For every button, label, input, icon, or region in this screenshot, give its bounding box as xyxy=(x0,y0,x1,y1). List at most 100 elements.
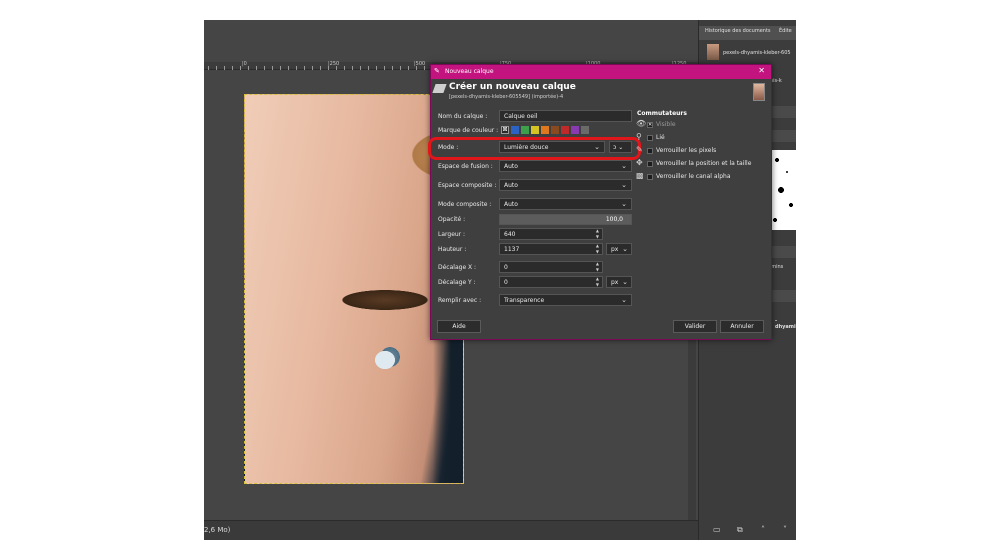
lock-pixels-switch[interactable]: Verrouiller les pixels xyxy=(647,147,716,154)
color-tag-green[interactable] xyxy=(521,126,529,134)
opacity-slider[interactable]: 100,0 xyxy=(499,214,632,225)
ruler-label-250: |250 xyxy=(328,61,340,67)
layer-name-input[interactable]: Calque oeil xyxy=(499,110,632,122)
color-tag-gray[interactable] xyxy=(581,126,589,134)
close-icon[interactable]: ✕ xyxy=(758,66,765,75)
color-tag-blue[interactable] xyxy=(511,126,519,134)
brush-previews[interactable] xyxy=(769,150,796,230)
chevron-down-icon: ⌄ xyxy=(622,278,628,286)
dock-bottom-bar: ▭ ⧉ ˄ ˅ xyxy=(699,520,796,540)
blend-space-label: Espace de fusion : xyxy=(438,163,493,170)
raise-icon[interactable]: ˄ xyxy=(761,525,765,534)
spin-arrows-icon[interactable]: ▲ ▼ xyxy=(596,243,599,255)
spin-arrows-icon[interactable]: ▲ ▼ xyxy=(596,261,599,273)
ruler-tick xyxy=(328,66,329,70)
visible-label: Visible xyxy=(656,121,676,128)
ruler-tick xyxy=(224,66,225,70)
visible-switch[interactable]: ✕ Visible xyxy=(647,121,676,128)
lock-position-switch[interactable]: Verrouiller la position et la taille xyxy=(647,160,751,167)
layer-list-item[interactable]: -dhyamis xyxy=(775,318,796,330)
width-input[interactable]: 640 ▲ ▼ xyxy=(499,228,603,240)
ruler-tick xyxy=(336,66,337,70)
composite-space-value: Auto xyxy=(504,182,518,189)
chevron-down-icon: ⌄ xyxy=(621,200,627,208)
offset-unit-select[interactable]: px ⌄ xyxy=(606,276,632,288)
color-tag-brown[interactable] xyxy=(551,126,559,134)
duplicate-icon[interactable]: ⧉ xyxy=(737,525,743,535)
checkerboard-icon: ▩ xyxy=(636,171,644,180)
opacity-value: 100,0 xyxy=(605,216,623,223)
lower-icon[interactable]: ˅ xyxy=(783,525,787,534)
lock-alpha-switch[interactable]: Verrouiller le canal alpha xyxy=(647,173,731,180)
color-tag-orange[interactable] xyxy=(541,126,549,134)
new-layer-icon xyxy=(432,84,447,93)
tab-document-history[interactable]: Historique des documents xyxy=(705,28,771,34)
dialog-window-title: Nouveau calque xyxy=(445,68,494,75)
chevron-down-icon: ⌄ xyxy=(621,162,627,170)
ruler-tick xyxy=(392,66,393,70)
width-label: Largeur : xyxy=(438,231,466,238)
ruler-tick xyxy=(368,66,369,70)
status-bar: 2,6 Mo) xyxy=(204,520,698,540)
lock-pixels-label: Verrouiller les pixels xyxy=(656,147,717,154)
spin-arrows-icon[interactable]: ▲ ▼ xyxy=(596,228,599,240)
color-tag-yellow[interactable] xyxy=(531,126,539,134)
chevron-down-icon: ⌄ xyxy=(622,245,628,253)
offset-y-value: 0 xyxy=(504,279,508,286)
layer-name-label: Nom du calque : xyxy=(438,113,488,120)
history-thumbnail[interactable] xyxy=(707,44,719,60)
composite-mode-select[interactable]: Auto ⌄ xyxy=(499,198,632,210)
ruler-tick xyxy=(304,66,305,70)
opacity-label: Opacité : xyxy=(438,216,466,223)
composite-mode-value: Auto xyxy=(504,201,518,208)
height-input[interactable]: 1137 ▲ ▼ xyxy=(499,243,603,255)
size-unit-value: px xyxy=(611,246,619,253)
fill-select[interactable]: Transparence ⌄ xyxy=(499,294,632,306)
lock-alpha-checkbox[interactable] xyxy=(647,173,653,180)
history-item[interactable]: pexels-dhyamis-kleber-605 xyxy=(723,50,791,56)
offset-x-input[interactable]: 0 ▲ ▼ xyxy=(499,261,603,273)
offset-unit-value: px xyxy=(611,279,619,286)
chevron-down-icon: ⌄ xyxy=(594,143,600,151)
lock-pixels-checkbox[interactable] xyxy=(647,147,653,154)
tab-editor[interactable]: Édite xyxy=(779,28,792,34)
chevron-down-icon: ⌄ xyxy=(621,296,627,304)
blend-space-select[interactable]: Auto ⌄ xyxy=(499,160,632,172)
cancel-button[interactable]: Annuler xyxy=(720,320,764,333)
ruler-tick xyxy=(216,66,217,70)
mode-group-button[interactable]: ↄ ⌄ xyxy=(609,141,632,153)
fill-value: Transparence xyxy=(504,297,545,304)
dialog-titlebar[interactable]: ✎ Nouveau calque ✕ xyxy=(431,65,771,79)
offset-y-input[interactable]: 0 ▲ ▼ xyxy=(499,276,603,288)
lock-position-checkbox[interactable] xyxy=(647,160,653,167)
ok-button[interactable]: Valider xyxy=(673,320,717,333)
fill-label: Remplir avec : xyxy=(438,297,482,304)
ruler-tick xyxy=(320,66,321,70)
ruler-tick xyxy=(424,66,425,70)
mode-select[interactable]: Lumière douce ⌄ xyxy=(499,141,605,153)
color-tag-violet[interactable] xyxy=(571,126,579,134)
composite-space-label: Espace composite : xyxy=(438,182,497,189)
ruler-tick xyxy=(312,66,313,70)
ruler-tick xyxy=(376,66,377,70)
spin-arrows-icon[interactable]: ▲ ▼ xyxy=(596,276,599,288)
ruler-tick xyxy=(248,66,249,70)
linked-switch[interactable]: Lié xyxy=(647,134,665,141)
ruler-tick xyxy=(280,66,281,70)
color-tag-red[interactable] xyxy=(561,126,569,134)
linked-checkbox[interactable] xyxy=(647,134,653,141)
size-unit-select[interactable]: px ⌄ xyxy=(606,243,632,255)
help-button[interactable]: Aide xyxy=(437,320,481,333)
ruler-tick xyxy=(360,66,361,70)
color-tag-none[interactable]: ⊠ xyxy=(501,126,509,134)
composite-space-select[interactable]: Auto ⌄ xyxy=(499,179,632,191)
visible-checkbox[interactable]: ✕ xyxy=(647,121,653,128)
new-layer-icon[interactable]: ▭ xyxy=(713,525,721,534)
offset-x-label: Décalage X : xyxy=(438,264,477,271)
lock-position-label: Verrouiller la position et la taille xyxy=(656,160,752,167)
switches-title: Commutateurs xyxy=(637,110,687,117)
brush-icon: ✎ xyxy=(636,145,643,154)
offset-x-value: 0 xyxy=(504,264,508,271)
ruler-tick xyxy=(416,66,417,70)
ruler-tick xyxy=(296,66,297,70)
